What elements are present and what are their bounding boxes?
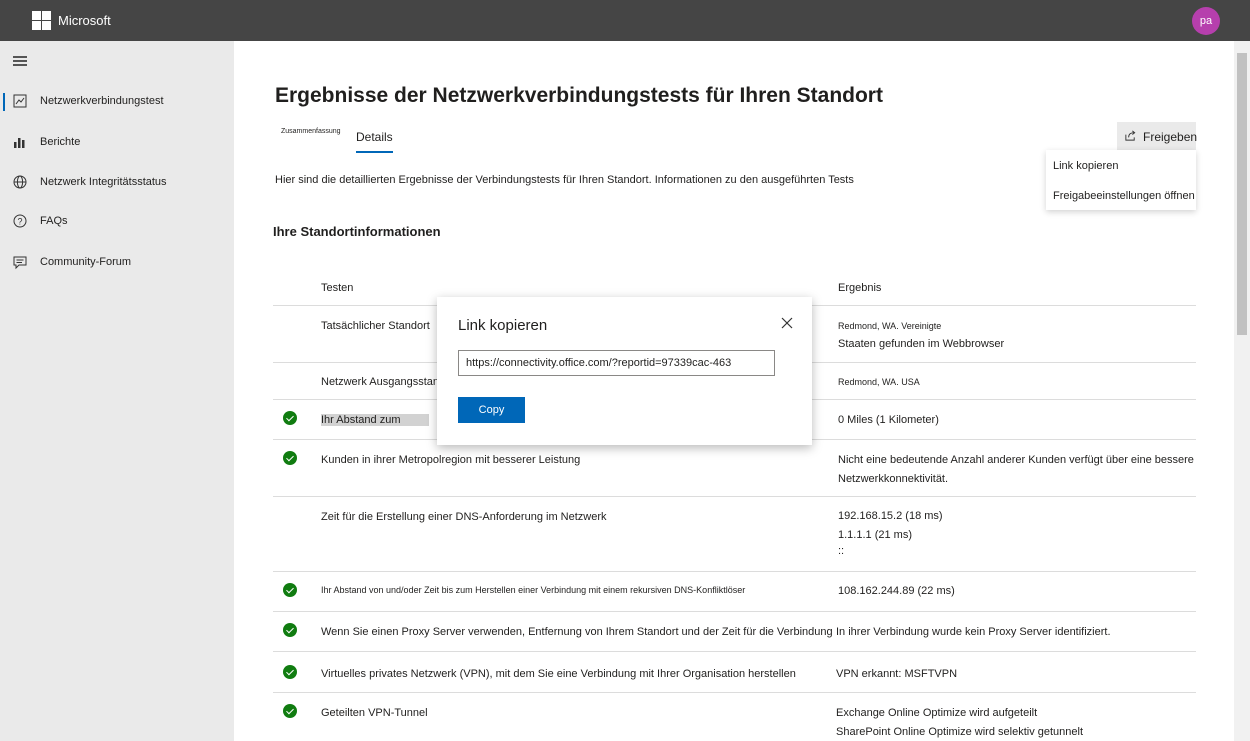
tab-zusammenfassung[interactable]: Zusammenfassung xyxy=(281,128,341,135)
copy-link-dialog: Link kopieren Copy xyxy=(437,297,812,445)
check-circle-icon xyxy=(283,411,297,425)
avatar[interactable]: pa xyxy=(1192,7,1220,35)
test-result: Exchange Online Optimize wird aufgeteilt xyxy=(836,707,1038,719)
microsoft-logo-icon[interactable] xyxy=(32,11,51,30)
menu-item-link-kopieren[interactable]: Link kopieren xyxy=(1053,160,1118,172)
test-result: 108.162.244.89 (22 ms) xyxy=(838,585,955,597)
test-result: In ihrer Verbindung wurde kein Proxy Ser… xyxy=(836,626,1111,638)
sidebar-item-label: FAQs xyxy=(40,215,68,227)
test-result: SharePoint Online Optimize wird selektiv… xyxy=(836,726,1084,738)
sidebar-item-netzwerk-integritaetsstatus[interactable]: Netzwerk Integritätsstatus xyxy=(0,170,234,196)
test-result: Redmond, WA. Vereinigte xyxy=(838,321,942,331)
svg-text:?: ? xyxy=(17,217,22,227)
report-chart-icon xyxy=(13,94,27,108)
test-result: Nicht eine bedeutende Anzahl anderer Kun… xyxy=(838,454,1194,466)
sidebar-item-label: Berichte xyxy=(40,136,81,148)
sidebar-item-faqs[interactable]: ? FAQs xyxy=(0,209,234,235)
test-name: Zeit für die Erstellung einer DNS-Anford… xyxy=(321,511,607,523)
test-result: 1.1.1.1 (21 ms) xyxy=(838,529,912,541)
row-divider xyxy=(273,611,1196,612)
sidebar-item-label: Community-Forum xyxy=(40,256,132,268)
test-result: Netzwerkkonnektivität. xyxy=(838,473,949,485)
share-menu: Link kopieren Freigabeeinstellungen öffn… xyxy=(1046,150,1196,210)
test-name: Ihr Abstand von und/oder Zeit bis zum He… xyxy=(321,585,746,595)
row-divider xyxy=(273,651,1196,652)
test-name: Geteilten VPN-Tunnel xyxy=(321,707,428,719)
bar-chart-icon xyxy=(14,138,25,148)
row-divider xyxy=(273,692,1196,693)
sidebar-item-netzwerkverbindungstest[interactable]: Netzwerkverbindungstest xyxy=(0,89,234,115)
scrollbar-thumb[interactable] xyxy=(1237,53,1247,335)
check-circle-icon xyxy=(283,583,297,597)
sidebar-item-label: Netzwerkverbindungstest xyxy=(40,95,164,107)
share-button[interactable]: Freigeben xyxy=(1117,122,1198,150)
test-name: Virtuelles privates Netzwerk (VPN), mit … xyxy=(321,668,796,680)
intro-text: Hier sind die detaillierten Ergebnisse d… xyxy=(275,174,854,186)
test-result: 192.168.15.2 (18 ms) xyxy=(838,510,943,522)
test-name: Tatsächlicher Standort xyxy=(321,320,430,332)
sidebar: Netzwerkverbindungstest Berichte Netzwer… xyxy=(0,41,234,741)
test-result: Staaten gefunden im Webbrowser xyxy=(838,338,1005,350)
test-name: Ihr Abstand zum xyxy=(321,414,429,426)
test-result: 0 Miles (1 Kilometer) xyxy=(838,414,939,426)
test-result: :: xyxy=(838,545,845,557)
section-title: Ihre Standortinformationen xyxy=(273,224,441,239)
tab-details[interactable]: Details xyxy=(356,130,393,153)
share-icon xyxy=(1125,130,1136,141)
sidebar-item-berichte[interactable]: Berichte xyxy=(0,130,234,156)
check-circle-icon xyxy=(283,623,297,637)
test-result: VPN erkannt: MSFTVPN xyxy=(836,668,958,680)
menu-item-freigabeeinstellungen[interactable]: Freigabeeinstellungen öffnen xyxy=(1053,190,1195,202)
comment-icon xyxy=(13,256,27,270)
sidebar-item-label: Netzwerk Integritätsstatus xyxy=(40,176,167,188)
check-circle-icon xyxy=(283,451,297,465)
dialog-title: Link kopieren xyxy=(458,317,548,334)
close-icon[interactable] xyxy=(781,317,793,329)
link-url-input[interactable] xyxy=(458,350,775,376)
globe-icon xyxy=(13,175,27,189)
test-result: Redmond, WA. USA xyxy=(838,377,920,387)
copy-button[interactable]: Copy xyxy=(458,397,525,423)
test-name: Wenn Sie einen Proxy Server verwenden, E… xyxy=(321,626,833,638)
brand-name[interactable]: Microsoft xyxy=(58,13,111,28)
hamburger-menu-icon[interactable] xyxy=(13,56,27,66)
test-name: Kunden in ihrer Metropolregion mit besse… xyxy=(321,454,581,466)
share-label: Freigeben xyxy=(1143,130,1198,144)
column-header-testen: Testen xyxy=(321,282,354,294)
row-divider xyxy=(273,496,1196,497)
question-icon: ? xyxy=(13,214,27,228)
row-divider xyxy=(273,571,1196,572)
column-header-ergebnis: Ergebnis xyxy=(838,282,882,294)
check-circle-icon xyxy=(283,665,297,679)
sidebar-item-community-forum[interactable]: Community-Forum xyxy=(0,250,234,276)
check-circle-icon xyxy=(283,704,297,718)
top-bar: Microsoft pa xyxy=(0,0,1250,41)
page-title: Ergebnisse der Netzwerkverbindungstests … xyxy=(275,84,883,107)
vertical-scrollbar[interactable] xyxy=(1234,41,1250,741)
